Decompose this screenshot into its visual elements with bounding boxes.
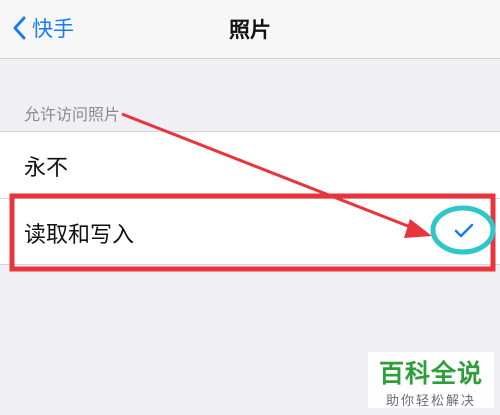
section-header: 允许访问照片 (24, 105, 121, 124)
page-title: 照片 (229, 18, 271, 42)
option-read-write[interactable]: 读取和写入 (0, 198, 500, 265)
watermark: 百科全说 助你轻松解决 (368, 352, 494, 409)
watermark-subtitle: 助你轻松解决 (385, 394, 476, 409)
option-never-label: 永不 (24, 156, 69, 181)
watermark-title: 百科全说 (378, 359, 483, 388)
checkmark-icon (454, 223, 474, 238)
photo-access-options: 永不 读取和写入 (0, 131, 500, 265)
option-never[interactable]: 永不 (0, 132, 500, 198)
option-read-write-label: 读取和写入 (24, 223, 135, 248)
navigation-bar: 快手 照片 (0, 0, 500, 59)
